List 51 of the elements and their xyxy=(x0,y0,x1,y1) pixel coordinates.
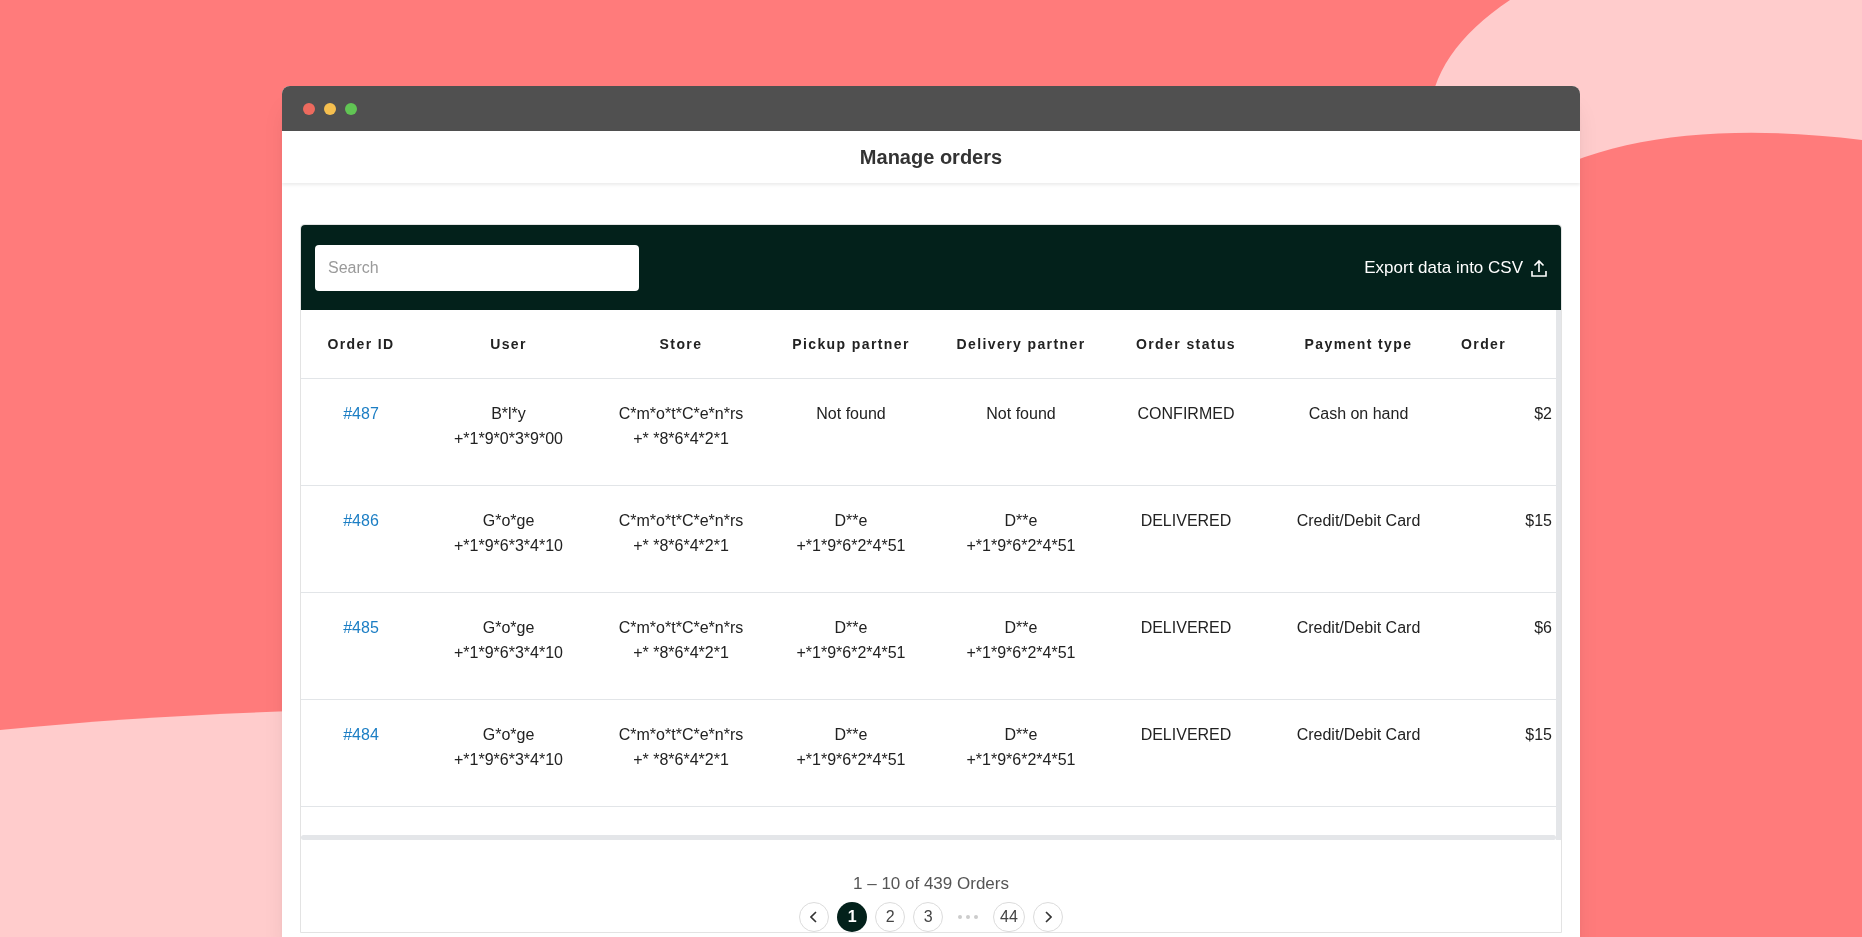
column-header[interactable]: Store xyxy=(659,335,703,352)
column-header[interactable]: Order ID xyxy=(327,335,395,352)
table-cell-text: B*l*y +*1*9*0*3*9*00 xyxy=(454,403,563,449)
horizontal-scrollbar[interactable] xyxy=(301,834,1556,840)
table-cell-text: $15 xyxy=(1525,724,1552,745)
order-link[interactable]: #486 xyxy=(343,507,379,533)
table-cell-text: D**e +*1*9*6*2*4*51 xyxy=(796,617,906,663)
table-cell-text: CONFIRMED xyxy=(1137,403,1235,424)
page-title: Manage orders xyxy=(859,145,1003,170)
column-header[interactable]: Pickup partner xyxy=(792,335,910,352)
order-link[interactable]: #485 xyxy=(343,614,379,640)
table-cell-text: C*m*o*t*C*e*n*rs +* *8*6*4*2*1 xyxy=(618,617,744,663)
table-cell-text: DELIVERED xyxy=(1140,724,1232,745)
order-link[interactable]: #484 xyxy=(343,721,379,747)
column-header[interactable]: User xyxy=(490,335,527,352)
column-header[interactable]: Delivery partner xyxy=(956,335,1086,352)
table-cell-text: Credit/Debit Card xyxy=(1296,724,1421,745)
table-cell-text: G*o*ge +*1*9*6*3*4*10 xyxy=(454,617,563,663)
column-header[interactable]: Order xyxy=(1461,335,1507,352)
table-cell-text: C*m*o*t*C*e*n*rs +* *8*6*4*2*1 xyxy=(618,403,744,449)
table-cell-text: DELIVERED xyxy=(1140,617,1232,638)
table-cell-text: D**e +*1*9*6*2*4*51 xyxy=(966,724,1076,770)
table-cell-text: Credit/Debit Card xyxy=(1296,617,1421,638)
upload-icon xyxy=(1531,258,1547,277)
search-field[interactable]: Search xyxy=(315,244,639,291)
column-header[interactable]: Payment type xyxy=(1304,335,1413,352)
table-cell-text: D**e +*1*9*6*2*4*51 xyxy=(796,510,906,556)
table-cell-text: G*o*ge +*1*9*6*3*4*10 xyxy=(454,724,563,770)
table-cell-text: G*o*ge +*1*9*6*3*4*10 xyxy=(454,510,563,556)
table-cell-text: C*m*o*t*C*e*n*rs +* *8*6*4*2*1 xyxy=(618,510,744,556)
page-button[interactable]: 1 xyxy=(837,902,868,932)
vertical-scrollbar[interactable] xyxy=(1556,310,1561,840)
table-cell-text: D**e +*1*9*6*2*4*51 xyxy=(796,724,906,770)
table-cell-text: Credit/Debit Card xyxy=(1296,510,1421,531)
table-cell-text: C*m*o*t*C*e*n*rs +* *8*6*4*2*1 xyxy=(618,724,744,770)
chevron-left-icon xyxy=(810,911,819,923)
pagination-summary: 1 – 10 of 439 Orders xyxy=(853,872,1009,895)
order-link[interactable]: #487 xyxy=(343,400,379,426)
table-cell-text: D**e +*1*9*6*2*4*51 xyxy=(966,510,1076,556)
table-cell-text: Not found xyxy=(986,403,1056,424)
column-header[interactable]: Order status xyxy=(1135,335,1237,352)
table-cell-text: D**e +*1*9*6*2*4*51 xyxy=(966,617,1076,663)
chevron-right-icon xyxy=(1043,911,1052,923)
export-csv-button[interactable]: Export data into CSV xyxy=(1364,254,1547,281)
ellipsis-icon xyxy=(957,914,980,920)
table-cell-text: $6 xyxy=(1534,617,1552,638)
table-cell-text: $2 xyxy=(1534,403,1552,424)
table-cell-text: $15 xyxy=(1525,510,1552,531)
table-cell-text: DELIVERED xyxy=(1140,510,1232,531)
table-cell-text: Cash on hand xyxy=(1308,403,1409,424)
table-cell-text: Not found xyxy=(816,403,886,424)
